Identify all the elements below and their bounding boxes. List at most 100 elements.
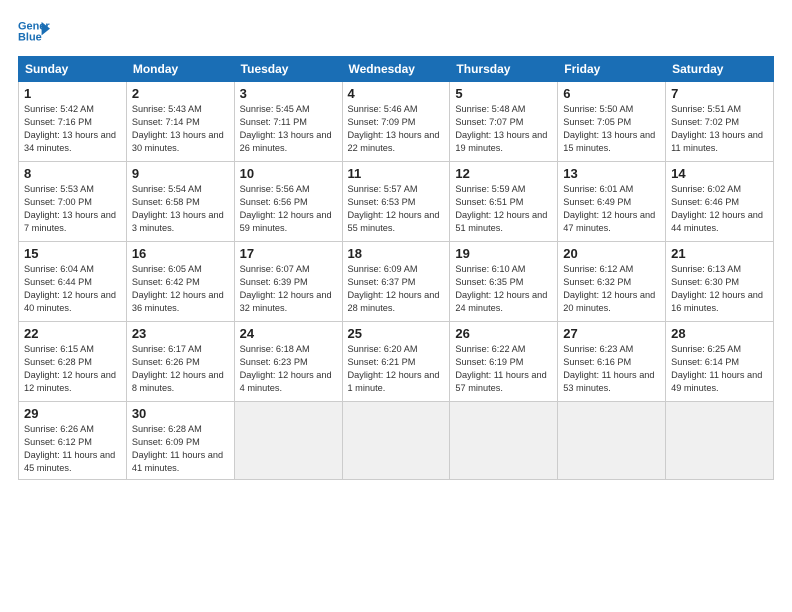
table-row: 3 Sunrise: 5:45 AM Sunset: 7:11 PM Daylig… <box>234 82 342 162</box>
day-info: Sunrise: 6:20 AM Sunset: 6:21 PM Dayligh… <box>348 343 445 395</box>
table-row: 13Sunrise: 6:01 AM Sunset: 6:49 PM Dayli… <box>558 162 666 242</box>
table-row: 11 Sunrise: 5:57 AM Sunset: 6:53 PM Dayli… <box>342 162 450 242</box>
day-info: Sunrise: 6:02 AM Sunset: 6:46 PM Dayligh… <box>671 183 768 235</box>
svg-text:Blue: Blue <box>18 31 42 43</box>
day-info: Sunrise: 6:10 AM Sunset: 6:35 PM Dayligh… <box>455 263 552 315</box>
calendar-week-2: 8Sunrise: 5:53 AM Sunset: 7:00 PM Daylig… <box>19 162 774 242</box>
day-info: Sunrise: 6:28 AM Sunset: 6:09 PM Dayligh… <box>132 423 229 475</box>
day-info: Sunrise: 5:54 AM Sunset: 6:58 PM Dayligh… <box>132 183 229 235</box>
day-number: 7 <box>671 86 768 101</box>
col-wednesday: Wednesday <box>342 57 450 82</box>
table-row: 15 Sunrise: 6:04 AM Sunset: 6:44 PM Dayli… <box>19 242 127 322</box>
table-row: 21Sunrise: 6:13 AM Sunset: 6:30 PM Dayli… <box>666 242 774 322</box>
day-number: 24 <box>240 326 337 341</box>
empty-cell <box>342 402 450 480</box>
day-info: Sunrise: 5:57 AM Sunset: 6:53 PM Dayligh… <box>348 183 445 235</box>
table-row: 9 Sunrise: 5:54 AM Sunset: 6:58 PM Daylig… <box>126 162 234 242</box>
table-row: 23 Sunrise: 6:17 AM Sunset: 6:26 PM Dayli… <box>126 322 234 402</box>
col-saturday: Saturday <box>666 57 774 82</box>
day-info: Sunrise: 5:45 AM Sunset: 7:11 PM Dayligh… <box>240 103 337 155</box>
day-info: Sunrise: 5:46 AM Sunset: 7:09 PM Dayligh… <box>348 103 445 155</box>
day-info: Sunrise: 5:51 AM Sunset: 7:02 PM Dayligh… <box>671 103 768 155</box>
day-info: Sunrise: 6:18 AM Sunset: 6:23 PM Dayligh… <box>240 343 337 395</box>
col-tuesday: Tuesday <box>234 57 342 82</box>
day-number: 23 <box>132 326 229 341</box>
empty-cell <box>234 402 342 480</box>
day-number: 30 <box>132 406 229 421</box>
day-number: 11 <box>348 166 445 181</box>
day-number: 25 <box>348 326 445 341</box>
table-row: 19 Sunrise: 6:10 AM Sunset: 6:35 PM Dayli… <box>450 242 558 322</box>
empty-cell <box>558 402 666 480</box>
day-number: 1 <box>24 86 121 101</box>
day-number: 20 <box>563 246 660 261</box>
day-number: 16 <box>132 246 229 261</box>
logo-icon: General Blue <box>18 18 50 46</box>
day-info: Sunrise: 6:26 AM Sunset: 6:12 PM Dayligh… <box>24 423 121 475</box>
day-info: Sunrise: 5:43 AM Sunset: 7:14 PM Dayligh… <box>132 103 229 155</box>
table-row: 27 Sunrise: 6:23 AM Sunset: 6:16 PM Dayli… <box>558 322 666 402</box>
day-number: 28 <box>671 326 768 341</box>
table-row: 29 Sunrise: 6:26 AM Sunset: 6:12 PM Dayli… <box>19 402 127 480</box>
table-row: 18 Sunrise: 6:09 AM Sunset: 6:37 PM Dayli… <box>342 242 450 322</box>
table-row: 30 Sunrise: 6:28 AM Sunset: 6:09 PM Dayli… <box>126 402 234 480</box>
table-row: 2 Sunrise: 5:43 AM Sunset: 7:14 PM Daylig… <box>126 82 234 162</box>
day-number: 26 <box>455 326 552 341</box>
table-row: 8Sunrise: 5:53 AM Sunset: 7:00 PM Daylig… <box>19 162 127 242</box>
day-number: 27 <box>563 326 660 341</box>
day-number: 17 <box>240 246 337 261</box>
calendar-header-row: Sunday Monday Tuesday Wednesday Thursday… <box>19 57 774 82</box>
calendar-week-4: 22 Sunrise: 6:15 AM Sunset: 6:28 PM Dayli… <box>19 322 774 402</box>
col-friday: Friday <box>558 57 666 82</box>
table-row: 6Sunrise: 5:50 AM Sunset: 7:05 PM Daylig… <box>558 82 666 162</box>
day-number: 21 <box>671 246 768 261</box>
day-number: 4 <box>348 86 445 101</box>
day-info: Sunrise: 6:22 AM Sunset: 6:19 PM Dayligh… <box>455 343 552 395</box>
day-number: 8 <box>24 166 121 181</box>
calendar-header: General Blue <box>18 18 774 46</box>
calendar-week-1: 1Sunrise: 5:42 AM Sunset: 7:16 PM Daylig… <box>19 82 774 162</box>
table-row: 26 Sunrise: 6:22 AM Sunset: 6:19 PM Dayli… <box>450 322 558 402</box>
calendar-table: Sunday Monday Tuesday Wednesday Thursday… <box>18 56 774 480</box>
logo: General Blue <box>18 18 50 46</box>
day-info: Sunrise: 6:09 AM Sunset: 6:37 PM Dayligh… <box>348 263 445 315</box>
table-row: 20 Sunrise: 6:12 AM Sunset: 6:32 PM Dayli… <box>558 242 666 322</box>
day-info: Sunrise: 6:15 AM Sunset: 6:28 PM Dayligh… <box>24 343 121 395</box>
day-number: 9 <box>132 166 229 181</box>
table-row: 1Sunrise: 5:42 AM Sunset: 7:16 PM Daylig… <box>19 82 127 162</box>
day-number: 5 <box>455 86 552 101</box>
day-number: 15 <box>24 246 121 261</box>
day-info: Sunrise: 6:12 AM Sunset: 6:32 PM Dayligh… <box>563 263 660 315</box>
day-info: Sunrise: 6:23 AM Sunset: 6:16 PM Dayligh… <box>563 343 660 395</box>
day-info: Sunrise: 5:56 AM Sunset: 6:56 PM Dayligh… <box>240 183 337 235</box>
day-number: 29 <box>24 406 121 421</box>
day-info: Sunrise: 5:48 AM Sunset: 7:07 PM Dayligh… <box>455 103 552 155</box>
day-info: Sunrise: 6:01 AM Sunset: 6:49 PM Dayligh… <box>563 183 660 235</box>
empty-cell <box>450 402 558 480</box>
day-info: Sunrise: 6:17 AM Sunset: 6:26 PM Dayligh… <box>132 343 229 395</box>
day-number: 6 <box>563 86 660 101</box>
day-info: Sunrise: 6:07 AM Sunset: 6:39 PM Dayligh… <box>240 263 337 315</box>
day-info: Sunrise: 6:05 AM Sunset: 6:42 PM Dayligh… <box>132 263 229 315</box>
day-number: 18 <box>348 246 445 261</box>
day-number: 14 <box>671 166 768 181</box>
table-row: 7 Sunrise: 5:51 AM Sunset: 7:02 PM Daylig… <box>666 82 774 162</box>
day-number: 22 <box>24 326 121 341</box>
day-info: Sunrise: 5:59 AM Sunset: 6:51 PM Dayligh… <box>455 183 552 235</box>
day-info: Sunrise: 6:25 AM Sunset: 6:14 PM Dayligh… <box>671 343 768 395</box>
day-number: 10 <box>240 166 337 181</box>
table-row: 4 Sunrise: 5:46 AM Sunset: 7:09 PM Daylig… <box>342 82 450 162</box>
table-row: 17 Sunrise: 6:07 AM Sunset: 6:39 PM Dayli… <box>234 242 342 322</box>
day-number: 2 <box>132 86 229 101</box>
table-row: 5 Sunrise: 5:48 AM Sunset: 7:07 PM Daylig… <box>450 82 558 162</box>
table-row: 14 Sunrise: 6:02 AM Sunset: 6:46 PM Dayli… <box>666 162 774 242</box>
day-number: 19 <box>455 246 552 261</box>
empty-cell <box>666 402 774 480</box>
col-thursday: Thursday <box>450 57 558 82</box>
calendar-week-3: 15 Sunrise: 6:04 AM Sunset: 6:44 PM Dayli… <box>19 242 774 322</box>
table-row: 12 Sunrise: 5:59 AM Sunset: 6:51 PM Dayli… <box>450 162 558 242</box>
calendar-week-5: 29 Sunrise: 6:26 AM Sunset: 6:12 PM Dayli… <box>19 402 774 480</box>
day-info: Sunrise: 6:04 AM Sunset: 6:44 PM Dayligh… <box>24 263 121 315</box>
day-number: 3 <box>240 86 337 101</box>
day-number: 12 <box>455 166 552 181</box>
